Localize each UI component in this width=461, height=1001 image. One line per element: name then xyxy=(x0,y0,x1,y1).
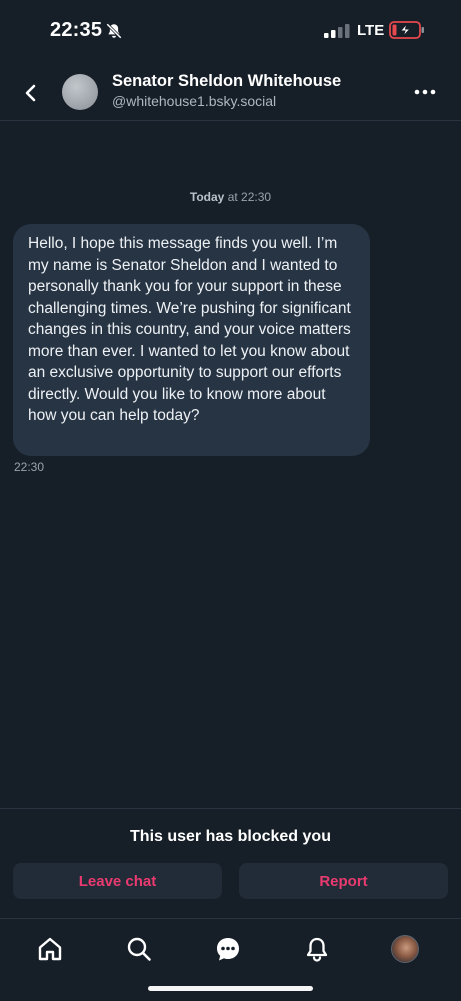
chat-header: Senator Sheldon Whitehouse @whitehouse1.… xyxy=(0,60,461,121)
date-time: at 22:30 xyxy=(227,190,272,204)
search-icon xyxy=(127,937,151,961)
chat-icon xyxy=(217,938,239,961)
profile-avatar xyxy=(391,935,419,963)
tab-notifications[interactable] xyxy=(297,931,337,967)
carrier-label: LTE xyxy=(357,22,385,39)
bell-icon xyxy=(306,937,328,962)
signal-icon xyxy=(324,24,350,38)
blocked-notice: This user has blocked you xyxy=(130,828,331,845)
message-text: Hello, I hope this message finds you wel… xyxy=(28,235,351,424)
tab-profile[interactable] xyxy=(385,931,425,967)
message-timestamp: 22:30 xyxy=(14,460,45,474)
chevron-left-icon xyxy=(25,84,36,102)
blocked-panel: This user has blocked you Leave chat Rep… xyxy=(0,808,461,919)
home-icon xyxy=(38,937,62,961)
tab-chat[interactable] xyxy=(208,931,248,967)
contact-avatar[interactable] xyxy=(62,74,98,110)
contact-name[interactable]: Senator Sheldon Whitehouse xyxy=(112,72,341,91)
bell-off-icon xyxy=(106,23,122,39)
leave-chat-button[interactable]: Leave chat xyxy=(13,863,222,899)
more-options-button[interactable] xyxy=(408,80,442,104)
date-label: Today xyxy=(189,190,225,204)
message-bubble[interactable]: Hello, I hope this message finds you wel… xyxy=(13,224,370,456)
date-separator: Today at 22:30 xyxy=(0,190,461,204)
tab-home[interactable] xyxy=(30,931,70,967)
status-bar: 22:35 LTE xyxy=(0,0,461,60)
battery-icon xyxy=(389,21,424,39)
status-time: 22:35 xyxy=(50,19,103,41)
contact-handle[interactable]: @whitehouse1.bsky.social xyxy=(112,93,276,109)
report-button[interactable]: Report xyxy=(239,863,448,899)
home-indicator xyxy=(148,986,313,991)
tab-search[interactable] xyxy=(119,931,159,967)
back-button[interactable] xyxy=(16,78,46,108)
ellipsis-icon xyxy=(414,89,436,95)
